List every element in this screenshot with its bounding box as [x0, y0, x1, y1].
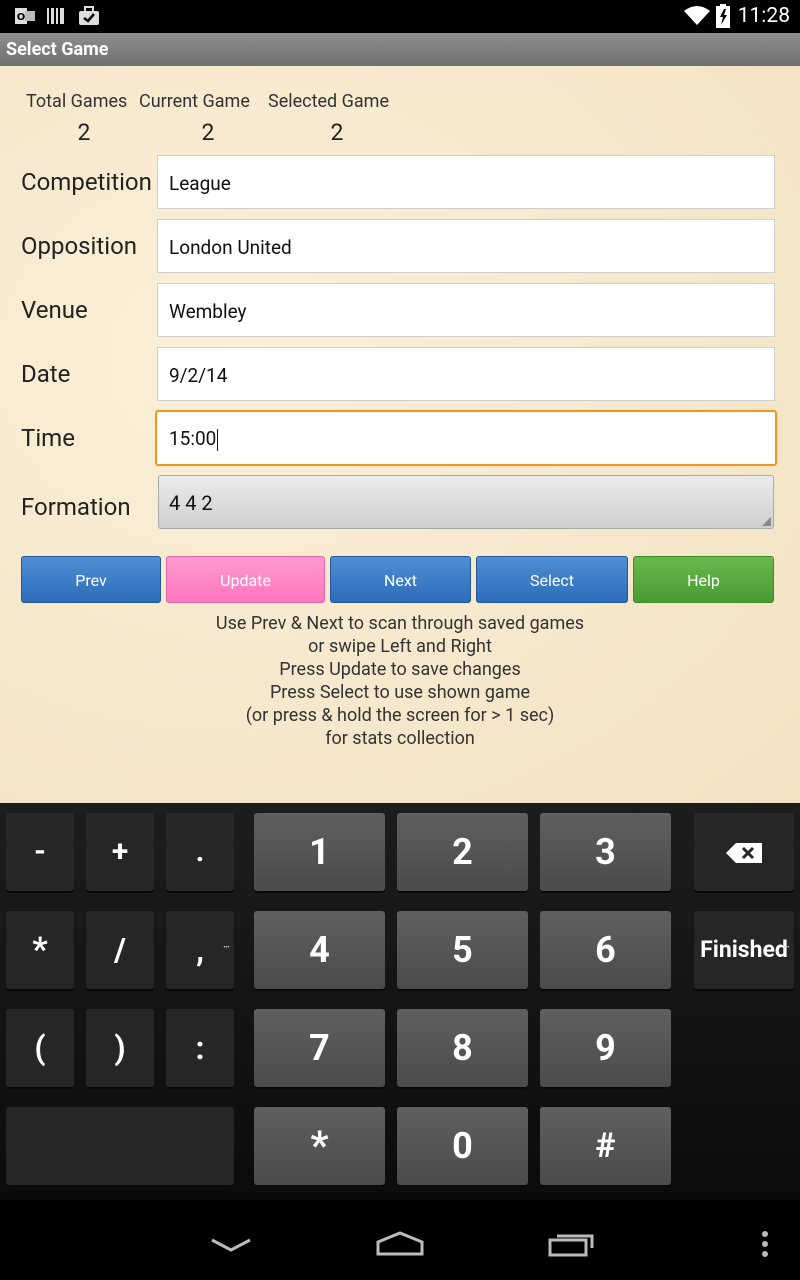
home-icon[interactable] [374, 1230, 426, 1258]
key-comma-label: , [196, 931, 204, 969]
key-5[interactable]: 5 [397, 911, 528, 989]
key-asterisk[interactable]: * [6, 911, 74, 989]
key-slash[interactable]: / [86, 911, 154, 989]
venue-field[interactable]: Wembley [157, 283, 775, 337]
current-game-label: Current Game [139, 91, 250, 112]
date-label: Date [21, 360, 71, 388]
key-8[interactable]: 8 [397, 1009, 528, 1087]
instruction-line: for stats collection [325, 728, 475, 749]
more-options-icon: ··· [222, 942, 230, 953]
instruction-line: Use Prev & Next to scan through saved ga… [215, 613, 585, 634]
key-colon[interactable]: : [166, 1009, 234, 1087]
instruction-line: (or press & hold the screen for > 1 sec) [245, 705, 555, 726]
key-plus[interactable]: + [86, 813, 154, 891]
more-options-icon: ··· [782, 942, 790, 953]
key-star[interactable]: * [254, 1107, 385, 1185]
key-3[interactable]: 3 [540, 813, 671, 891]
space-key[interactable] [6, 1107, 234, 1185]
page-title: Select Game [6, 39, 109, 60]
instruction-line: or swipe Left and Right [308, 636, 492, 657]
selected-game-value: 2 [330, 119, 344, 146]
instruction-line: Press Select to use shown game [269, 682, 531, 703]
key-1[interactable]: 1 [254, 813, 385, 891]
back-chevron-icon[interactable] [210, 1236, 252, 1254]
key-close-paren[interactable]: ) [86, 1009, 154, 1087]
key-minus[interactable]: - [6, 813, 74, 891]
selected-game-label: Selected Game [268, 91, 390, 112]
navigation-bar [0, 1200, 800, 1280]
key-6[interactable]: 6 [540, 911, 671, 989]
key-2[interactable]: 2 [397, 813, 528, 891]
outlook-notification-icon: O [15, 8, 35, 24]
finished-key-label: Finished [700, 936, 788, 963]
svg-text:O: O [17, 12, 26, 23]
key-7[interactable]: 7 [254, 1009, 385, 1087]
prev-button[interactable]: Prev [21, 556, 161, 603]
key-comma[interactable]: , ··· [166, 911, 234, 989]
time-label: Time [21, 424, 75, 452]
backspace-icon [726, 843, 762, 863]
current-game-value: 2 [201, 119, 215, 146]
app-title-bar: Select Game [0, 33, 800, 66]
formation-dropdown[interactable]: 4 4 2 [158, 475, 774, 529]
next-button[interactable]: Next [330, 556, 471, 603]
select-button[interactable]: Select [476, 556, 628, 603]
key-4[interactable]: 4 [254, 911, 385, 989]
status-bar: O 11:28 [0, 0, 800, 33]
recent-apps-icon[interactable] [548, 1230, 596, 1258]
instructions: Use Prev & Next to scan through saved ga… [0, 612, 800, 750]
briefcase-check-icon [79, 6, 99, 25]
key-period[interactable]: . [166, 813, 234, 891]
backspace-key[interactable] [694, 813, 794, 891]
dropdown-corner-icon [762, 517, 771, 526]
date-field[interactable]: 9/2/14 [157, 347, 775, 401]
select-game-content[interactable]: Total Games Current Game Selected Game 2… [0, 66, 800, 803]
competition-field[interactable]: League [157, 155, 775, 209]
status-time: 11:28 [737, 4, 790, 28]
total-games-label: Total Games [26, 91, 128, 112]
instruction-line: Press Update to save changes [279, 659, 521, 680]
competition-label: Competition [21, 168, 152, 196]
venue-label: Venue [21, 296, 88, 324]
total-games-value: 2 [77, 119, 91, 146]
formation-selected-value: 4 4 2 [169, 491, 213, 515]
barcode-notification-icon [47, 8, 64, 24]
help-button[interactable]: Help [633, 556, 774, 603]
formation-label: Formation [21, 493, 131, 521]
key-9[interactable]: 9 [540, 1009, 671, 1087]
finished-key[interactable]: Finished ··· [694, 911, 794, 989]
wifi-icon [684, 6, 710, 25]
update-button[interactable]: Update [166, 556, 325, 603]
text-cursor [217, 428, 219, 451]
battery-charging-icon [716, 4, 730, 28]
opposition-label: Opposition [21, 232, 138, 260]
time-field-value: 15:00 [169, 427, 217, 450]
overflow-menu-icon[interactable] [759, 1230, 771, 1260]
key-hash[interactable]: # [540, 1107, 671, 1185]
key-0[interactable]: 0 [397, 1107, 528, 1185]
opposition-field[interactable]: London United [157, 219, 775, 273]
key-open-paren[interactable]: ( [6, 1009, 74, 1087]
numeric-keyboard: - + . 1 2 3 * / , ··· 4 5 6 Finished ···… [0, 803, 800, 1200]
time-field[interactable]: 15:00 [155, 410, 777, 466]
